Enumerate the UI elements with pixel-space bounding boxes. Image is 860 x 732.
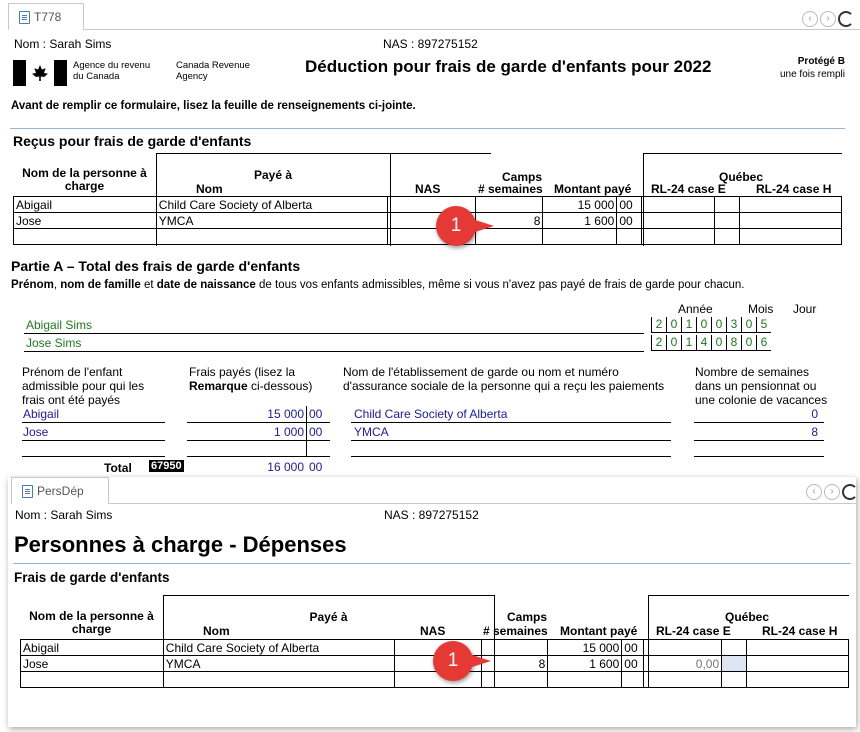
navigation-buttons: ‹ › o (802, 11, 854, 27)
forward-icon[interactable]: › (824, 484, 840, 500)
back-icon[interactable]: ‹ (806, 484, 822, 500)
tab-t778[interactable]: T778 (8, 3, 84, 30)
back-icon[interactable]: ‹ (802, 11, 818, 27)
col-camps: Camps (507, 610, 548, 624)
refresh-icon[interactable]: o (838, 11, 854, 27)
table-row[interactable] (20, 671, 849, 688)
form-title: Déduction pour frais de garde d'enfants … (305, 57, 712, 76)
navigation-buttons: ‹ › o (806, 484, 858, 500)
page-title: Personnes à charge - Dépenses (14, 532, 347, 557)
receipts-title: Reçus pour frais de garde d'enfants (13, 133, 252, 149)
document-icon (19, 10, 30, 24)
cell-dependent[interactable]: Jose (13, 212, 157, 229)
forward-icon[interactable]: › (820, 11, 836, 27)
col-paid-to: Payé à (253, 168, 293, 182)
tab-label: PersDép (37, 484, 84, 498)
cell-name[interactable]: Child Care Society of Alberta (162, 639, 395, 656)
table-row[interactable]: Jose YMCA 8 1 600 00 (13, 212, 842, 229)
col-rl-e: RL-24 case E (651, 182, 726, 196)
cell-amount[interactable]: 1 600 (542, 212, 618, 229)
cell-amount[interactable]: 15 000 (542, 196, 618, 213)
callout-badge: 1 (433, 641, 473, 681)
col-quebec: Québec (725, 610, 770, 624)
col-name: Nom (203, 624, 230, 638)
col-nas: NAS (420, 624, 446, 638)
tab-persdep[interactable]: PersDép (11, 477, 109, 504)
taxpayer-sin: NAS : 897275152 (383, 37, 478, 51)
cell-dependent[interactable]: Jose (20, 655, 164, 672)
taxpayer-name: Nom : Sarah Sims (14, 37, 112, 51)
protected-label: Protégé B (797, 56, 845, 67)
col-weeks: # semaines (478, 182, 543, 196)
table-row[interactable] (13, 228, 842, 245)
callout-arrow (469, 654, 491, 668)
cell-name[interactable]: Child Care Society of Alberta (155, 196, 388, 213)
cell-name[interactable]: YMCA (162, 655, 395, 672)
rl-e-input[interactable]: 0,00 (643, 655, 723, 672)
col-nas: NAS (415, 182, 441, 196)
protected-sub: une fois rempli (779, 69, 845, 80)
agency-name-en: Canada Revenue Agency (176, 60, 250, 82)
receipts-rows: Abigail Child Care Society of Alberta 15… (13, 196, 842, 245)
col-establishment-header: Nom de l'établissement de garde ou nom e… (343, 365, 665, 393)
instruction-text: Avant de remplir ce formulaire, lisez la… (11, 100, 416, 112)
col-rl-h: RL-24 case H (756, 182, 832, 196)
cell-amount[interactable]: 1 600 (547, 655, 623, 672)
cell-dependent[interactable]: Abigail (13, 196, 157, 213)
birth-date-field[interactable]: 2010 0305 (651, 317, 771, 333)
section-title: Frais de garde d'enfants (14, 570, 170, 585)
refresh-icon[interactable]: o (842, 484, 858, 500)
tab-label: T778 (34, 10, 62, 24)
col-weeks: # semaines (483, 624, 548, 638)
canada-flag-icon (13, 60, 67, 86)
document-icon (22, 484, 33, 498)
table-row[interactable]: Abigail Child Care Society of Alberta 15… (13, 196, 842, 213)
callout-badge: 1 (436, 206, 476, 246)
taxpayer-name: Nom : Sarah Sims (15, 508, 113, 522)
cell-dependent[interactable]: Abigail (20, 639, 164, 656)
total-value: 16 000 (267, 460, 304, 474)
col-rl-e: RL-24 case E (656, 624, 731, 638)
col-name: Nom (196, 182, 223, 196)
cell-weeks[interactable]: 8 (481, 655, 549, 672)
col-dependent: Nom de la personne à charge (22, 166, 147, 193)
agency-name-fr: Agence du revenu du Canada (73, 60, 151, 82)
total-label: Total (104, 461, 132, 475)
part-a-description: Prénom, nom de famille et date de naissa… (11, 279, 745, 291)
col-amount: Montant payé (554, 182, 632, 196)
cell-name[interactable]: YMCA (155, 212, 388, 229)
col-amount: Montant payé (560, 624, 638, 638)
col-fees-header: Frais payés (lisez la Remarque ci-dessous… (189, 365, 313, 393)
total-code: 67950 (149, 460, 184, 472)
birth-date-field[interactable]: 2014 0806 (651, 335, 771, 351)
date-header-year: Année (678, 302, 713, 316)
col-paid-to: Payé à (309, 610, 348, 624)
date-header-day: Jour (793, 302, 817, 316)
cell-amount[interactable]: 15 000 (547, 639, 623, 656)
col-child-header: Prénom de l'enfant admissible pour qui l… (22, 365, 145, 407)
callout-arrow (472, 219, 494, 233)
col-rl-h: RL-24 case H (762, 624, 838, 638)
taxpayer-sin: NAS : 897275152 (384, 508, 479, 522)
col-dependent: Nom de la personne à charge (29, 609, 154, 636)
date-header-month: Mois (748, 302, 774, 316)
part-a-title: Partie A – Total des frais de garde d'en… (11, 258, 301, 274)
persdep-panel: PersDép ‹ › o Nom : Sarah Sims NAS : 897… (8, 477, 858, 727)
col-weeks-header: Nombre de semaines dans un pensionnat ou… (695, 365, 828, 407)
